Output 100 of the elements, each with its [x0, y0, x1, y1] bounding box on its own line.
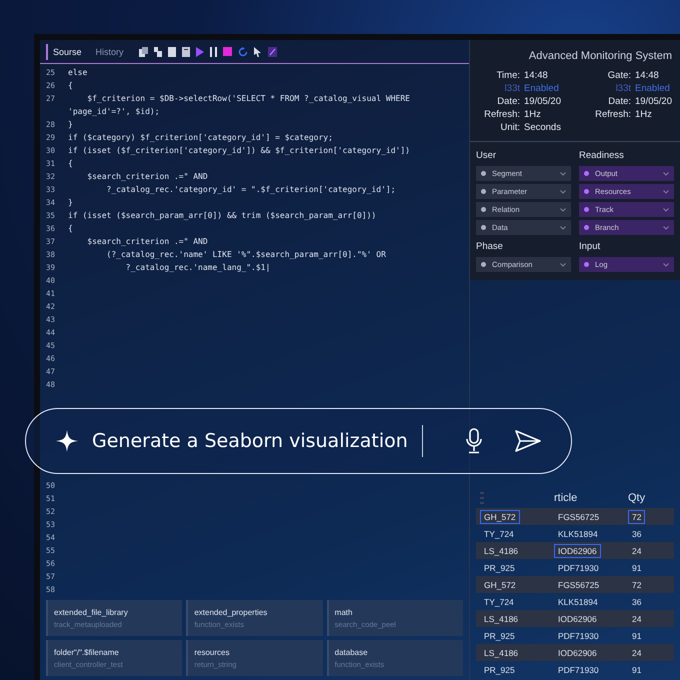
table-cell-text: LS_4186	[483, 612, 520, 626]
field-label: Unit:	[500, 122, 520, 133]
table-cell-text: 91	[631, 664, 642, 676]
sparkle-icon	[56, 430, 78, 452]
editor-tab[interactable]: Sourse	[46, 44, 87, 60]
dot-icon	[481, 225, 486, 230]
prompt-field[interactable]: Generate a Seaborn visualization	[25, 408, 572, 474]
code-line: ?_catalog_rec.'category_id' = ".$f_criterion['category_id'];	[106, 184, 397, 196]
field-label: Time:	[496, 70, 520, 81]
dot-icon	[481, 171, 486, 176]
play-icon[interactable]	[196, 46, 204, 56]
field-label: Date:	[497, 96, 520, 107]
dot-icon	[481, 207, 486, 212]
table-cell-text: FGS56725	[557, 510, 600, 524]
document-icon[interactable]	[168, 46, 176, 56]
snippet-title: extended_properties	[194, 608, 268, 616]
field-value: 19/05/20	[635, 96, 672, 107]
chevron-icon	[663, 262, 669, 266]
table-cell-text: IOD62906	[557, 646, 598, 660]
column-header: rticle	[554, 492, 578, 504]
code-line: }	[68, 119, 74, 131]
table-cell: IOD62906	[554, 544, 601, 558]
chevron-icon	[663, 208, 669, 212]
table-cell-text: KLK51894	[557, 596, 599, 608]
group-title: Input	[579, 241, 600, 252]
table-cell-text: PR_925	[483, 630, 516, 642]
chevron-icon	[663, 190, 669, 194]
table-cell: GH_572	[480, 510, 520, 524]
stop-icon[interactable]	[222, 47, 232, 56]
table-cell-text: LS_4186	[483, 646, 520, 660]
field-value: 14:48	[635, 70, 659, 81]
dot-icon	[481, 262, 486, 267]
chevron-icon	[560, 172, 566, 176]
table-cell-text: KLK51894	[557, 528, 599, 540]
field-label: l33t	[504, 83, 520, 94]
field-value: Enabled	[524, 83, 559, 94]
code-line: (?_catalog_rec.'name' LIKE '%".$search_param_arr[0]."%' OR	[106, 249, 387, 261]
code-line: $search_criterion .=" AND	[86, 236, 209, 248]
table-cell-text: TY_724	[483, 528, 515, 540]
table-cell-text: PDF71930	[557, 664, 600, 676]
refresh-icon[interactable]	[238, 46, 248, 56]
table-cell-text: 24	[631, 612, 642, 626]
dot-icon	[584, 262, 589, 267]
dot-icon	[584, 189, 589, 194]
paste-icon[interactable]	[154, 46, 162, 56]
group-title: Readiness	[579, 150, 624, 161]
code-line: $f_criterion = $DB->selectRow('SELECT * FROM ?_catalog_visual WHERE 'page_id'=?', $id);	[68, 93, 411, 118]
field-label: l33t	[616, 83, 632, 94]
pause-icon[interactable]	[210, 46, 217, 56]
chevron-icon	[560, 262, 566, 266]
dot-icon	[584, 207, 589, 212]
table-cell: 72	[628, 510, 646, 524]
edit-icon[interactable]	[268, 46, 277, 56]
field-value: Enabled	[635, 83, 670, 94]
table-cell-text: PDF71930	[557, 630, 600, 642]
cursor-icon[interactable]	[254, 46, 262, 56]
snippet-title: math	[334, 608, 352, 616]
send-icon[interactable]	[515, 430, 541, 452]
chevron-icon	[560, 226, 566, 230]
chevron-icon	[663, 172, 669, 176]
editor-tab[interactable]: History	[90, 44, 129, 60]
drag-handle-icon[interactable]	[480, 492, 484, 504]
dot-icon	[584, 171, 589, 176]
table-cell-text: 72	[631, 578, 642, 592]
field-value: 19/05/20	[524, 96, 561, 107]
chevron-icon	[663, 226, 669, 230]
table-cell-text: PR_925	[483, 664, 516, 676]
table-cell-text: LS_4186	[483, 544, 520, 558]
code-line: {	[68, 223, 74, 235]
table-cell-text: 36	[631, 596, 642, 608]
field-label: Date:	[608, 96, 632, 107]
chevron-icon	[560, 208, 566, 212]
code-line: if ($category) $f_criterion['category_id'] = $category;	[68, 132, 334, 144]
code-line: $search_criterion .=" AND	[86, 171, 209, 183]
copy-icon[interactable]	[138, 46, 148, 56]
table-cell-text: FGS56725	[557, 578, 600, 592]
code-line: }	[68, 197, 74, 209]
table-cell-text: 24	[631, 646, 642, 660]
group-title: Phase	[476, 241, 503, 252]
table-cell-text: 91	[631, 630, 642, 642]
microphone-icon[interactable]	[465, 428, 483, 454]
code-line: {	[68, 80, 74, 92]
snippet-title: folder"/".$filename	[54, 648, 119, 656]
code-line: ?_catalog_rec.'name_lang_".$1|	[124, 262, 272, 274]
field-value: 14:48	[524, 70, 548, 81]
snippet-title: database	[334, 648, 368, 656]
table-cell-text: PR_925	[483, 562, 516, 574]
field-label: Refresh:	[484, 109, 520, 120]
code-line: else	[68, 67, 88, 79]
table-cell-text: 24	[631, 544, 642, 558]
snippet-title: extended_file_library	[54, 608, 128, 616]
code-line: {	[68, 158, 74, 170]
table-cell-text: GH_572	[483, 578, 517, 592]
code-line: if (isset ($search_param_arr[0]) && trim ($search_param_arr[0]))	[68, 210, 378, 222]
dot-icon	[481, 189, 486, 194]
document-icon[interactable]	[182, 46, 190, 56]
field-label: Gate:	[608, 70, 632, 81]
group-title: User	[476, 150, 496, 161]
field-value: 1Hz	[524, 109, 541, 120]
snippet-title: resources	[194, 648, 230, 656]
